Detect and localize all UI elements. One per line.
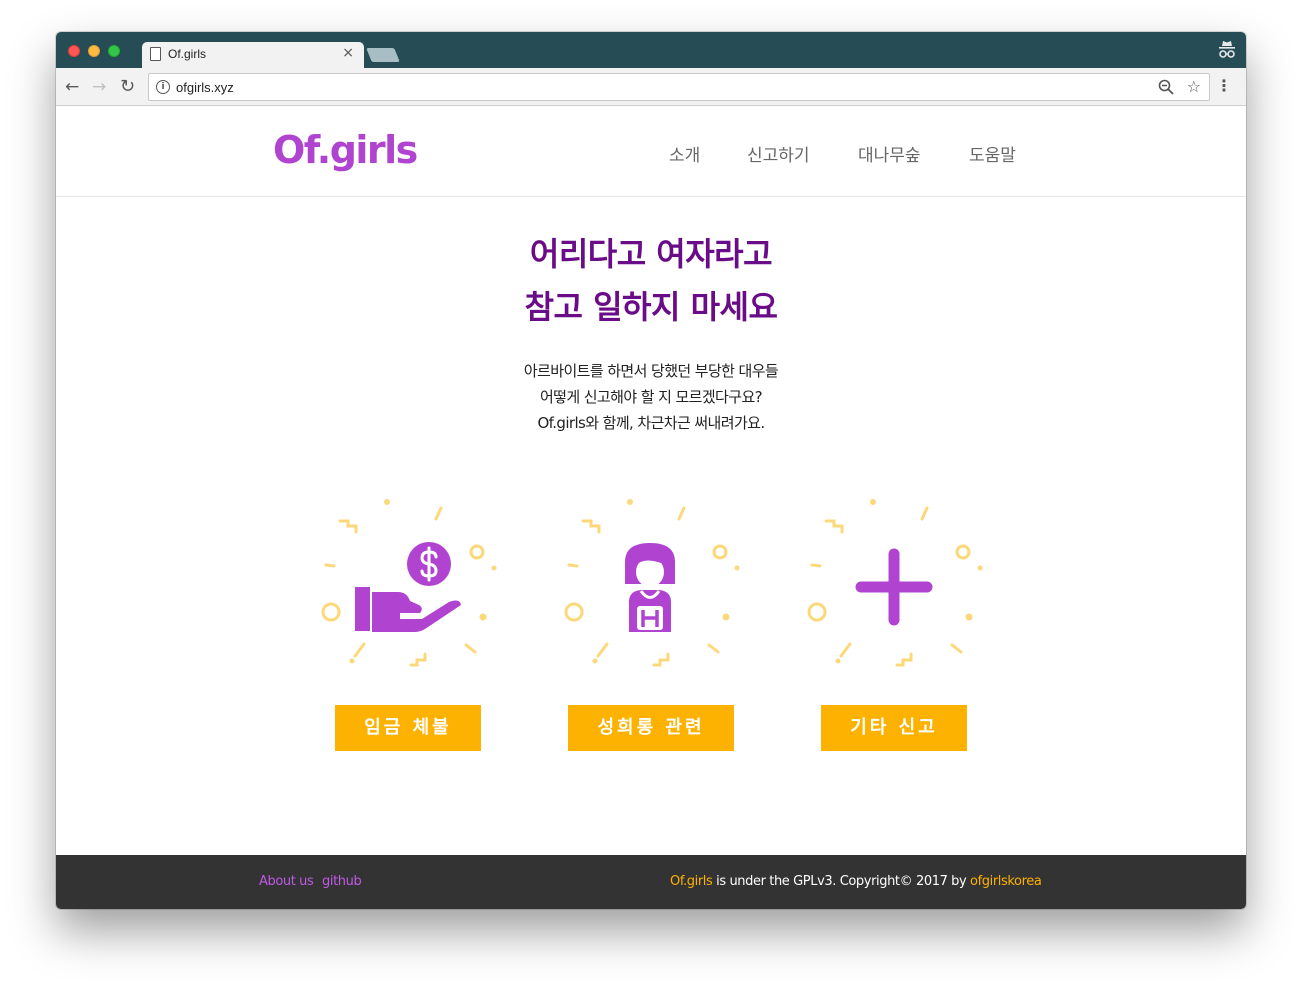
page-icon — [150, 47, 161, 61]
owner-link[interactable]: ofgirlskorea — [970, 874, 1042, 889]
nav-item-bamboo-forest[interactable]: 대나무숲 — [858, 141, 921, 166]
reload-button[interactable]: ↻ — [120, 77, 135, 97]
maximize-window-button[interactable] — [108, 45, 120, 57]
browser-toolbar: ← → ↻ i ofgirls.xyz ☆ ⋮ — [56, 68, 1246, 106]
hero-title-line-2: 참고 일하지 마세요 — [524, 288, 778, 326]
url-text[interactable]: ofgirls.xyz — [176, 80, 234, 95]
nav-item-report[interactable]: 신고하기 — [747, 141, 810, 166]
bookmark-star-icon[interactable]: ☆ — [1187, 77, 1201, 96]
address-bar[interactable]: i ofgirls.xyz ☆ — [148, 73, 1210, 101]
hero-title-line-1: 어리다고 여자라고 — [529, 235, 773, 273]
sexual-harassment-button[interactable]: 성희롱 관련 — [568, 705, 734, 751]
title-bar: Of.girls × — [56, 32, 1246, 68]
github-link[interactable]: github — [322, 874, 362, 889]
browser-tab[interactable]: Of.girls × — [142, 42, 364, 68]
hero-desc-line-2: 어떻게 신고해야 할 지 모르겠다구요? — [539, 388, 763, 406]
license-text: is under the GPLv3. Copyright© 2017 by — [712, 874, 971, 889]
hero-desc-line-3: Of.girls와 함께, 차근차근 써내려가요. — [537, 414, 765, 432]
site-logo[interactable]: Of.girls — [273, 128, 418, 172]
hero-desc-line-1: 아르바이트를 하면서 당했던 부당한 대우들 — [523, 362, 779, 380]
hand-money-icon[interactable] — [318, 494, 498, 684]
tab-close-icon[interactable]: × — [342, 45, 354, 61]
site-footer: About us github Of.girls is under the GP… — [56, 855, 1246, 909]
wage-theft-button[interactable]: 임금 체불 — [335, 705, 481, 751]
plus-icon[interactable] — [804, 494, 984, 684]
girl-worker-icon[interactable] — [561, 494, 741, 684]
about-us-link[interactable]: About us — [259, 874, 314, 889]
incognito-icon[interactable] — [1218, 40, 1236, 60]
browser-window: Of.girls × ← → ↻ i ofgirls.xyz ☆ ⋮ Of.gi… — [56, 32, 1246, 909]
menu-icon[interactable]: ⋮ — [1216, 77, 1232, 95]
info-icon[interactable]: i — [156, 80, 170, 94]
new-tab-button[interactable] — [366, 48, 400, 62]
footer-brand-link[interactable]: Of.girls — [670, 874, 713, 889]
close-window-button[interactable] — [68, 45, 80, 57]
copyright-text: Of.girls is under the GPLv3. Copyright© … — [670, 874, 1042, 889]
nav-item-about[interactable]: 소개 — [669, 141, 700, 166]
zoom-icon[interactable] — [1157, 78, 1175, 96]
minimize-window-button[interactable] — [88, 45, 100, 57]
forward-button[interactable]: → — [92, 77, 106, 97]
other-report-button[interactable]: 기타 신고 — [821, 705, 967, 751]
site-header: Of.girls 소개 신고하기 대나무숲 도움말 — [56, 107, 1246, 197]
back-button[interactable]: ← — [65, 77, 79, 97]
tab-title: Of.girls — [168, 47, 207, 61]
nav-item-help[interactable]: 도움말 — [969, 141, 1016, 166]
